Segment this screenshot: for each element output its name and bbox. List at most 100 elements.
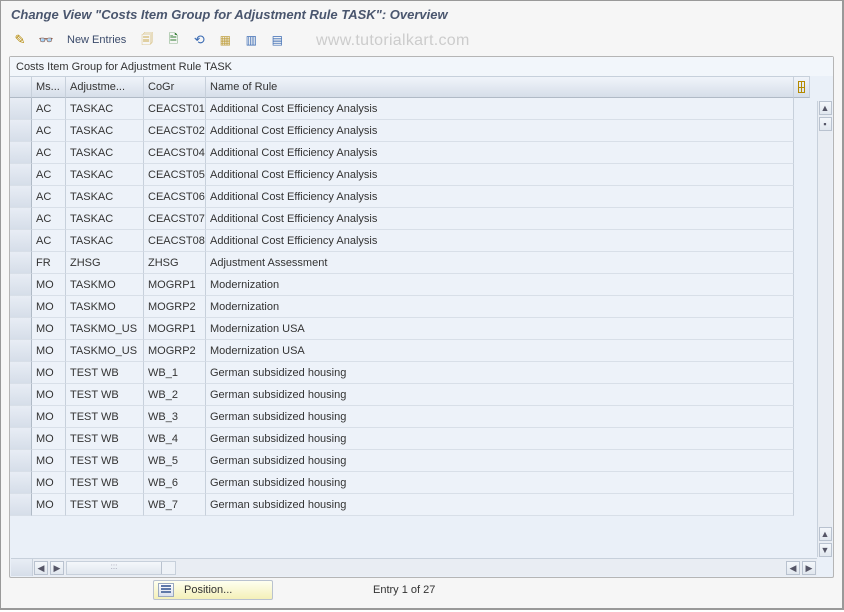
cell-adjustme[interactable]: TASKAC (66, 164, 144, 186)
row-handle[interactable] (10, 274, 32, 296)
cell-name[interactable]: German subsidized housing (206, 362, 794, 384)
cell-cogr[interactable]: CEACST04 (144, 142, 206, 164)
cell-ms[interactable]: MO (32, 340, 66, 362)
header-name[interactable]: Name of Rule (206, 76, 794, 98)
hscroll-right-arrow[interactable]: ◀ (786, 561, 800, 575)
horizontal-scrollbar[interactable]: ◀ ▶ ::: ◀ ▶ (11, 558, 817, 576)
cell-adjustme[interactable]: TEST WB (66, 494, 144, 516)
cell-ms[interactable]: AC (32, 230, 66, 252)
cell-adjustme[interactable]: TEST WB (66, 406, 144, 428)
cell-name[interactable]: Additional Cost Efficiency Analysis (206, 98, 794, 120)
table-settings-button[interactable] (794, 76, 810, 98)
cell-cogr[interactable]: WB_7 (144, 494, 206, 516)
row-handle[interactable] (10, 318, 32, 340)
scroll-thumb-top[interactable]: ▪ (819, 117, 832, 131)
cell-cogr[interactable]: CEACST06 (144, 186, 206, 208)
row-handle[interactable] (10, 472, 32, 494)
row-handle[interactable] (10, 186, 32, 208)
cell-cogr[interactable]: CEACST07 (144, 208, 206, 230)
row-handle[interactable] (10, 362, 32, 384)
hscroll-thumb[interactable]: ::: (67, 562, 162, 574)
row-handle[interactable] (10, 142, 32, 164)
cell-name[interactable]: Additional Cost Efficiency Analysis (206, 186, 794, 208)
cell-name[interactable]: Additional Cost Efficiency Analysis (206, 120, 794, 142)
cell-cogr[interactable]: CEACST01 (144, 98, 206, 120)
cell-cogr[interactable]: WB_5 (144, 450, 206, 472)
deselect-all-button[interactable]: ▤ (266, 30, 288, 50)
cell-cogr[interactable]: CEACST08 (144, 230, 206, 252)
cell-adjustme[interactable]: TEST WB (66, 362, 144, 384)
cell-adjustme[interactable]: TASKMO (66, 296, 144, 318)
cell-ms[interactable]: AC (32, 186, 66, 208)
cell-ms[interactable]: MO (32, 274, 66, 296)
copy-as-button[interactable]: 🗐 (136, 30, 158, 50)
cell-ms[interactable]: MO (32, 318, 66, 340)
row-handle[interactable] (10, 164, 32, 186)
cell-ms[interactable]: MO (32, 406, 66, 428)
hscroll-left-arrow-2[interactable]: ▶ (50, 561, 64, 575)
scroll-up-arrow[interactable]: ▲ (819, 101, 832, 115)
scroll-thumb-bottom[interactable]: ▲ (819, 527, 832, 541)
cell-adjustme[interactable]: ZHSG (66, 252, 144, 274)
cell-ms[interactable]: AC (32, 120, 66, 142)
cell-cogr[interactable]: WB_3 (144, 406, 206, 428)
header-adjustme[interactable]: Adjustme... (66, 76, 144, 98)
cell-cogr[interactable]: MOGRP2 (144, 296, 206, 318)
cell-name[interactable]: German subsidized housing (206, 472, 794, 494)
row-handle[interactable] (10, 230, 32, 252)
cell-ms[interactable]: MO (32, 472, 66, 494)
cell-ms[interactable]: AC (32, 208, 66, 230)
scroll-down-arrow[interactable]: ▼ (819, 543, 832, 557)
cell-adjustme[interactable]: TEST WB (66, 472, 144, 494)
cell-cogr[interactable]: CEACST02 (144, 120, 206, 142)
cell-ms[interactable]: FR (32, 252, 66, 274)
hscroll-left-arrow[interactable]: ◀ (34, 561, 48, 575)
cell-cogr[interactable]: MOGRP2 (144, 340, 206, 362)
cell-adjustme[interactable]: TASKAC (66, 186, 144, 208)
row-handle[interactable] (10, 406, 32, 428)
delete-button[interactable]: 🗎 (162, 30, 184, 50)
cell-adjustme[interactable]: TASKAC (66, 208, 144, 230)
cell-ms[interactable]: AC (32, 142, 66, 164)
cell-ms[interactable]: AC (32, 98, 66, 120)
hscroll-right-arrow-2[interactable]: ▶ (802, 561, 816, 575)
row-handle[interactable] (10, 494, 32, 516)
cell-adjustme[interactable]: TASKMO_US (66, 318, 144, 340)
cell-cogr[interactable]: MOGRP1 (144, 274, 206, 296)
cell-ms[interactable]: MO (32, 362, 66, 384)
row-handle[interactable] (10, 252, 32, 274)
cell-name[interactable]: German subsidized housing (206, 494, 794, 516)
header-ms[interactable]: Ms... (32, 76, 66, 98)
cell-name[interactable]: Additional Cost Efficiency Analysis (206, 164, 794, 186)
header-cogr[interactable]: CoGr (144, 76, 206, 98)
cell-ms[interactable]: MO (32, 450, 66, 472)
cell-name[interactable]: Additional Cost Efficiency Analysis (206, 142, 794, 164)
position-button[interactable]: Position... (153, 580, 273, 600)
new-entries-button[interactable]: New Entries (61, 32, 132, 48)
cell-cogr[interactable]: WB_2 (144, 384, 206, 406)
row-handle[interactable] (10, 208, 32, 230)
undo-button[interactable]: ⟲ (188, 30, 210, 50)
row-handle[interactable] (10, 340, 32, 362)
cell-cogr[interactable]: CEACST05 (144, 164, 206, 186)
row-handle[interactable] (10, 120, 32, 142)
row-handle[interactable] (10, 296, 32, 318)
select-all-button[interactable]: ▦ (214, 30, 236, 50)
cell-name[interactable]: Modernization USA (206, 318, 794, 340)
row-handle[interactable] (10, 428, 32, 450)
cell-ms[interactable]: MO (32, 384, 66, 406)
cell-name[interactable]: German subsidized housing (206, 384, 794, 406)
cell-ms[interactable]: MO (32, 296, 66, 318)
vertical-scrollbar[interactable]: ▲ ▪ ▲ ▼ (817, 101, 832, 557)
row-handle[interactable] (10, 384, 32, 406)
cell-name[interactable]: Modernization (206, 274, 794, 296)
cell-cogr[interactable]: WB_1 (144, 362, 206, 384)
cell-name[interactable]: German subsidized housing (206, 428, 794, 450)
cell-name[interactable]: Additional Cost Efficiency Analysis (206, 230, 794, 252)
hscroll-track[interactable]: ::: (66, 561, 176, 575)
cell-ms[interactable]: AC (32, 164, 66, 186)
cell-name[interactable]: German subsidized housing (206, 406, 794, 428)
cell-name[interactable]: Modernization USA (206, 340, 794, 362)
row-handle[interactable] (10, 98, 32, 120)
cell-adjustme[interactable]: TASKMO_US (66, 340, 144, 362)
